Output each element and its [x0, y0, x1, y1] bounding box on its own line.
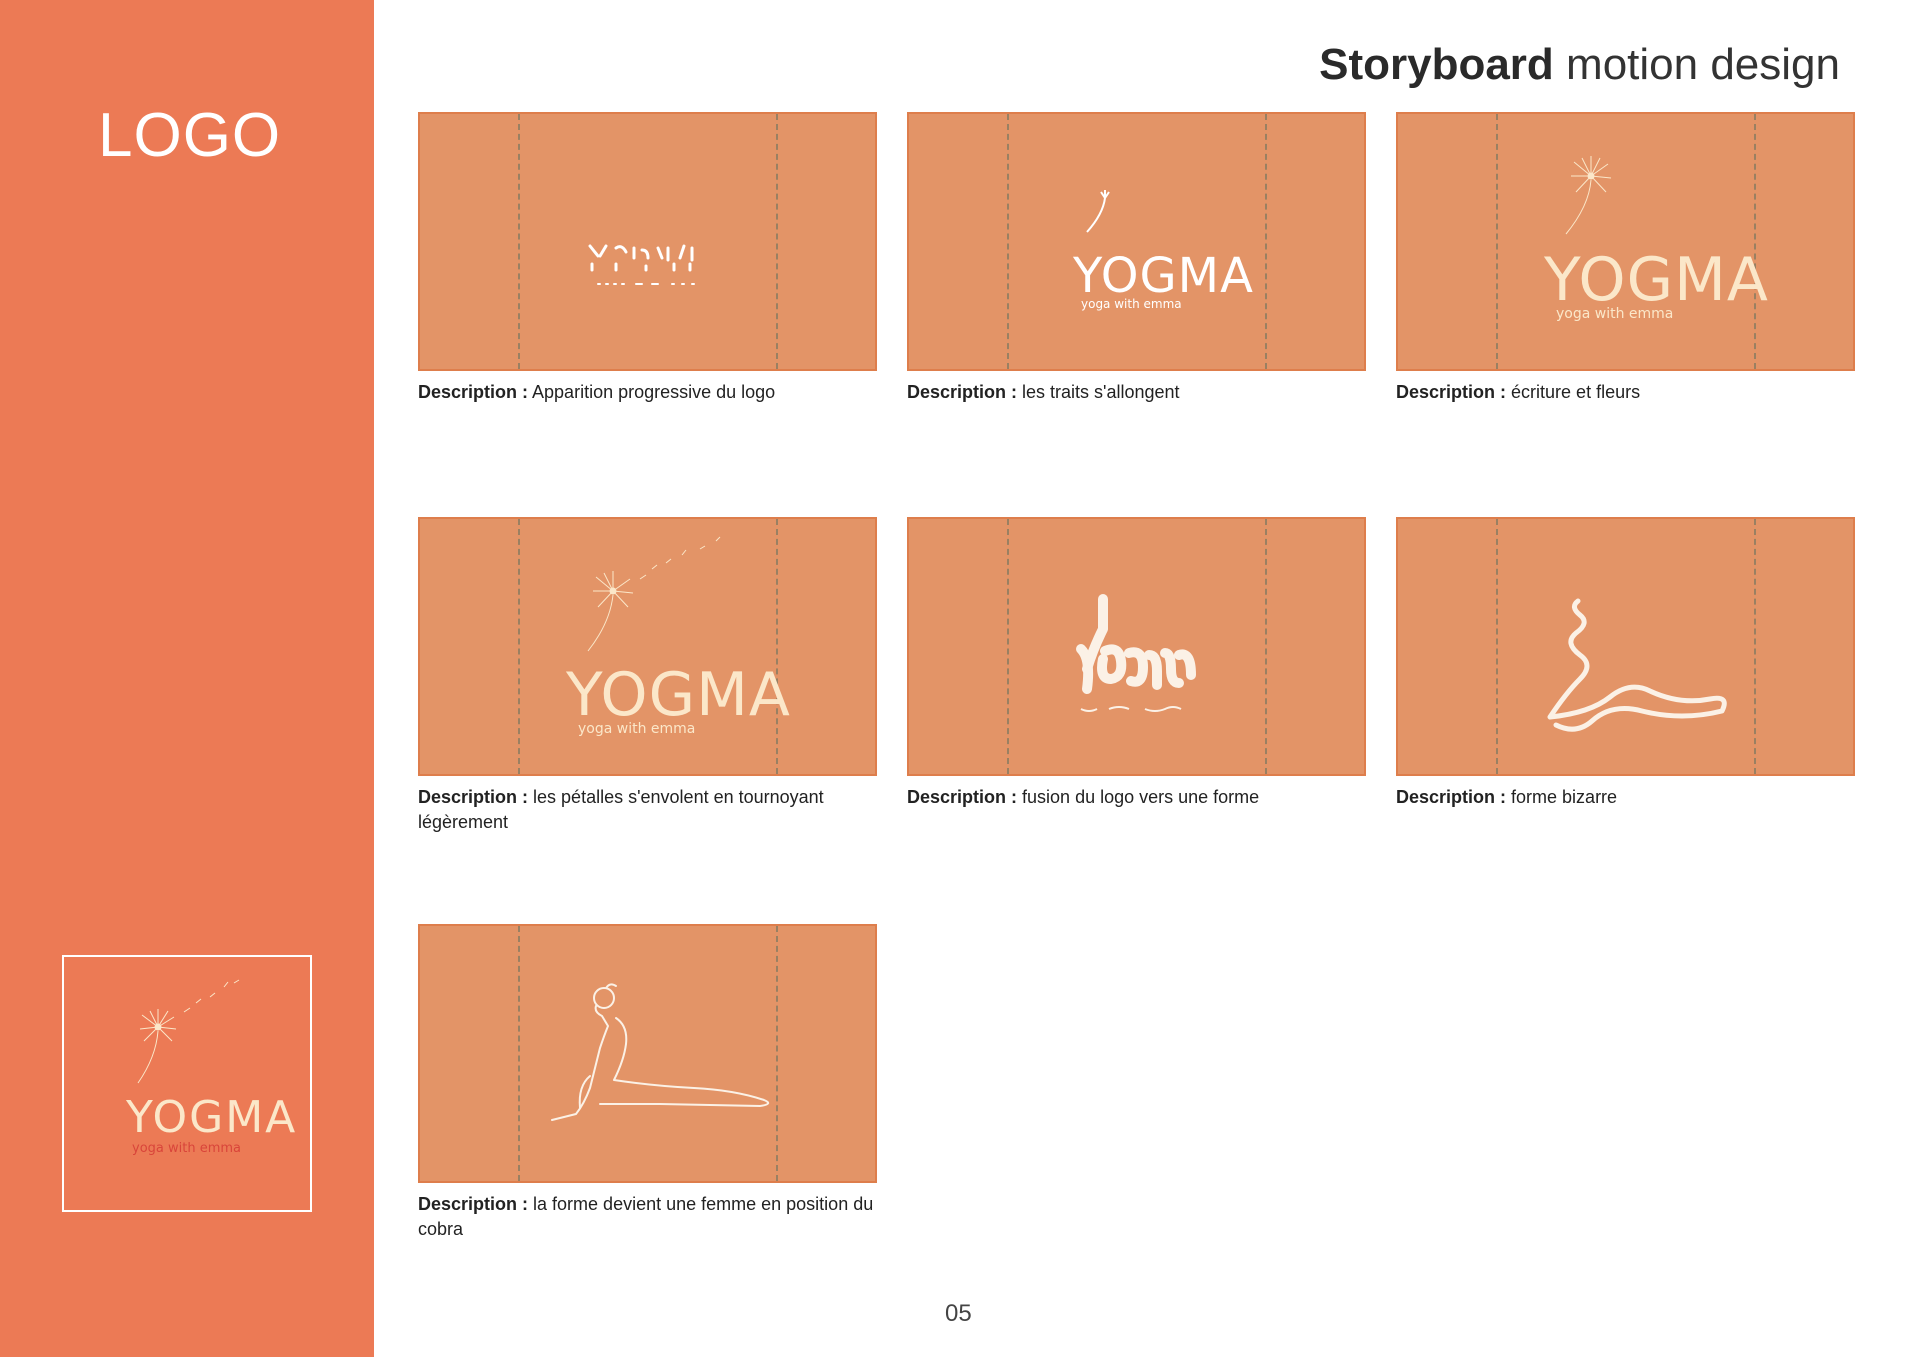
- caption-text: fusion du logo vers une forme: [1022, 787, 1260, 807]
- caption-text: forme bizarre: [1511, 787, 1618, 807]
- storyboard-frame-2: YOGMA yoga with emma: [907, 112, 1366, 371]
- caption-label: Description :: [1396, 787, 1507, 807]
- caption-text: écriture et fleurs: [1511, 382, 1641, 402]
- logo-melting-shape-icon: [1076, 594, 1196, 712]
- caption-label: Description :: [418, 1194, 529, 1214]
- caption-label: Description :: [907, 787, 1018, 807]
- frame-4-tagline: yoga with emma: [578, 721, 695, 737]
- storyboard-frame-5: [907, 517, 1366, 776]
- caption-text: les traits s'allongent: [1022, 382, 1180, 402]
- caption-label: Description :: [907, 382, 1018, 402]
- frame-3-wordmark: YOGMA: [1543, 245, 1769, 315]
- logo-preview-box: YOGMA yoga with emma: [62, 955, 312, 1212]
- frame-2-caption: Description : les traits s'allongent: [907, 380, 1367, 405]
- logo-petals-flying-icon: YOGMA yoga with emma: [565, 536, 791, 737]
- caption-label: Description :: [418, 382, 529, 402]
- frame-4-caption: Description : les pétalles s'envolent en…: [418, 785, 878, 835]
- header-title-strong: Storyboard: [1319, 40, 1554, 89]
- logo-flower-icon: YOGMA yoga with emma: [1543, 156, 1769, 322]
- storyboard-frame-6: [1396, 517, 1855, 776]
- frame-7-caption: Description : la forme devient une femme…: [418, 1192, 878, 1242]
- frame-4-wordmark: YOGMA: [565, 660, 791, 730]
- frame-3-tagline: yoga with emma: [1556, 306, 1673, 322]
- storyboard-frame-1: [418, 112, 877, 371]
- abstract-shape-icon: [1547, 598, 1727, 732]
- storyboard-frame-3: YOGMA yoga with emma: [1396, 112, 1855, 371]
- caption-label: Description :: [418, 787, 529, 807]
- logo-lines-icon: YOGMA yoga with emma: [1072, 190, 1254, 311]
- sidebar: LOGO YOGMA yoga with emma: [0, 0, 374, 1357]
- header-title-light: motion design: [1566, 40, 1840, 89]
- caption-text: Apparition progressive du logo: [532, 382, 776, 402]
- frame-2-tagline: yoga with emma: [1081, 297, 1182, 311]
- storyboard-frame-4: YOGMA yoga with emma: [418, 517, 877, 776]
- page-number: 05: [945, 1300, 972, 1327]
- sidebar-logo-tagline: yoga with emma: [132, 1141, 241, 1156]
- frame-1-caption: Description : Apparition progressive du …: [418, 380, 878, 405]
- frame-2-wordmark: YOGMA: [1072, 248, 1254, 304]
- logo-fragments-icon: [588, 244, 695, 285]
- caption-label: Description :: [1396, 382, 1507, 402]
- frame-5-caption: Description : fusion du logo vers une fo…: [907, 785, 1367, 810]
- sidebar-logo-wordmark: YOGMA: [125, 1092, 297, 1143]
- cobra-pose-woman-icon: [551, 983, 770, 1121]
- yogma-logo-icon: YOGMA yoga with emma: [125, 979, 297, 1156]
- page-header: Storyboard motion design: [1319, 40, 1840, 90]
- frame-3-caption: Description : écriture et fleurs: [1396, 380, 1856, 405]
- frame-6-caption: Description : forme bizarre: [1396, 785, 1856, 810]
- storyboard-frame-7: [418, 924, 877, 1183]
- sidebar-title: LOGO: [98, 101, 282, 170]
